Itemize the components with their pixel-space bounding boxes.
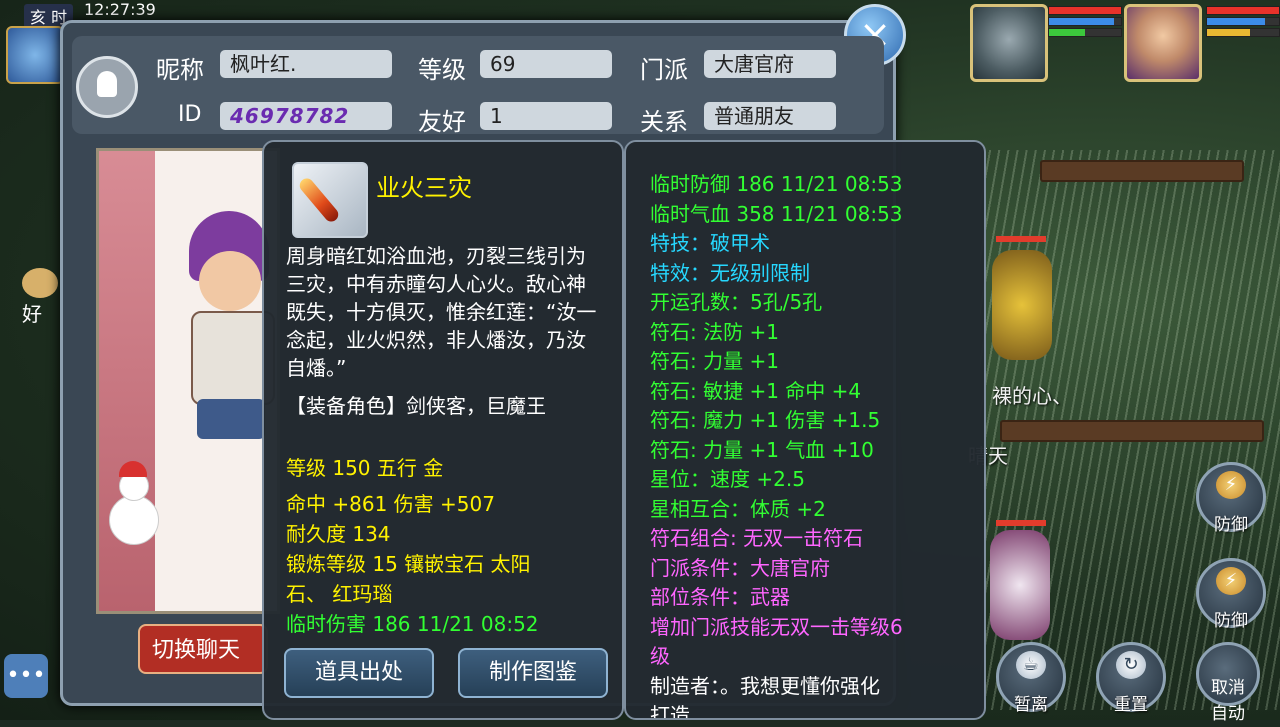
player-portrait[interactable]: [1124, 4, 1202, 82]
npc-hp-bar: [996, 236, 1046, 242]
player-hp-bar: [1207, 7, 1279, 14]
friend-shortcut-label: 好: [22, 302, 42, 326]
pet-mp-bar: [1049, 18, 1114, 25]
item-roles: 【装备角色】剑侠客，巨魔王: [286, 394, 546, 418]
attribute-row: 门派条件：大唐官府: [650, 555, 830, 580]
refresh-icon: ↻: [1116, 651, 1146, 679]
attribute-row: 临时气血 358 11/21 08:53: [650, 201, 903, 226]
level-label: 等级: [418, 56, 466, 84]
attribute-row: 符石组合: 无双一击符石: [650, 526, 864, 550]
attribute-row: 部位条件：武器: [650, 585, 790, 609]
attribute-row: 增加门派技能无双一击等级6: [650, 614, 903, 639]
attribute-row: 特效：无级别限制: [650, 260, 810, 285]
item-level-line: 等级 150 五行 金: [286, 456, 444, 480]
item-temp-damage: 临时伤害 186 11/21 08:52: [286, 612, 539, 636]
away-label: 暂离: [1014, 695, 1048, 715]
sword-icon: [292, 162, 368, 238]
coffee-cup-icon: ☕: [1016, 651, 1046, 679]
school-value: 大唐官府: [704, 50, 836, 78]
friendliness-label: 友好: [418, 108, 466, 136]
chat-button[interactable]: •••: [4, 654, 48, 698]
nickname-label: 昵称: [156, 56, 204, 84]
npc-character[interactable]: [992, 250, 1052, 360]
attribute-row: 符石: 敏捷 +1 命中 +4: [650, 378, 862, 403]
id-label: ID: [178, 102, 202, 127]
school-label: 门派: [640, 56, 688, 84]
pet-status-bars: [1048, 4, 1122, 39]
clock: 12:27:39: [84, 0, 156, 19]
friend-shortcut[interactable]: 好: [22, 268, 62, 338]
attribute-row: 符石: 力量 +1 气血 +10: [650, 437, 874, 462]
item-durability: 耐久度 134: [286, 522, 391, 546]
attribute-row: 星相互合：体质 +2: [650, 496, 826, 521]
lightning-shield-icon: ⚡: [1216, 471, 1246, 499]
away-button[interactable]: ☕ 暂离: [996, 642, 1066, 715]
cancel-auto-button[interactable]: 取消 自动: [1196, 642, 1260, 724]
pet-hp-bar: [1049, 7, 1121, 14]
item-source-button[interactable]: 道具出处: [284, 648, 434, 698]
switch-chat-button[interactable]: 切换聊天: [138, 624, 268, 674]
nickname-value: 枫叶红.: [220, 50, 392, 78]
item-name: 业火三灾: [376, 174, 472, 202]
relation-value: 普通朋友: [704, 102, 836, 130]
pet-portrait[interactable]: [970, 4, 1048, 82]
item-description: 周身暗红如浴血池，刃裂三线引为三灾，中有赤瞳勾人心火。敌心神既失，十方俱灭，惟余…: [286, 244, 597, 380]
attribute-row: 星位：速度 +2.5: [650, 467, 805, 491]
fence: [1000, 420, 1264, 442]
repeat-button[interactable]: ↻ 重置: [1096, 642, 1166, 715]
attribute-row: 符石: 力量 +1: [650, 349, 779, 373]
attribute-list: 临时防御 186 11/21 08:53 临时气血 358 11/21 08:53…: [650, 170, 980, 720]
defend-label: 防御: [1214, 611, 1248, 631]
pet-exp-bar: [1049, 29, 1085, 36]
id-value: 46978782: [220, 102, 392, 130]
craft-guide-button[interactable]: 制作图鉴: [458, 648, 608, 698]
item-tooltip: 业火三灾 周身暗红如浴血池，刃裂三线引为三灾，中有赤瞳勾人心火。敌心神既失，十方…: [262, 140, 624, 720]
player-sp-bar: [1207, 29, 1251, 36]
player-character[interactable]: [990, 530, 1050, 640]
defend-label: 防御: [1214, 515, 1248, 535]
world-chat-text: 裸的心、: [992, 384, 1072, 408]
attribute-row: 临时防御 186 11/21 08:53: [650, 172, 903, 196]
attribute-row: 级: [650, 644, 670, 668]
relation-label: 关系: [640, 108, 688, 136]
minimap-icon[interactable]: [6, 26, 64, 84]
player-status-bars: [1206, 4, 1280, 39]
attribute-row: 符石: 魔力 +1 伤害 +1.5: [650, 408, 881, 432]
friendliness-value: 1: [480, 102, 612, 130]
level-value: 69: [480, 50, 612, 78]
avatar[interactable]: [76, 56, 138, 118]
attribute-row: 开运孔数：5孔/5孔: [650, 290, 823, 314]
fence: [1040, 160, 1244, 182]
player-mp-bar: [1207, 18, 1265, 25]
snowman-figure: [107, 461, 159, 551]
item-forge-line-2: 石、 红玛瑙: [286, 582, 393, 606]
defend-button[interactable]: ⚡ 防御: [1196, 462, 1266, 535]
attribute-row: 制造者：。我想更懂你强化: [650, 673, 880, 698]
npc-hp-bar: [996, 520, 1046, 526]
item-forge-line-1: 锻炼等级 15 镶嵌宝石 太阳: [286, 552, 531, 576]
status-bar: 亥 时 12:27:39: [0, 0, 260, 28]
attribute-row: 符石: 法防 +1: [650, 319, 779, 344]
item-attributes-panel: 临时防御 186 11/21 08:53 临时气血 358 11/21 08:53…: [624, 140, 986, 720]
attribute-row: 特技：破甲术: [650, 231, 770, 255]
attribute-row: 打造: [650, 703, 690, 720]
handshake-icon: [22, 268, 58, 298]
item-hit-line: 命中 +861 伤害 +507: [286, 492, 495, 516]
defend-button-2[interactable]: ⚡ 防御: [1196, 558, 1266, 631]
character-preview: [96, 148, 280, 614]
speech-bubble-icon: •••: [6, 663, 46, 688]
lightning-shield-icon: ⚡: [1216, 567, 1246, 595]
repeat-label: 重置: [1114, 695, 1148, 715]
cancel-auto-label: 取消 自动: [1211, 678, 1245, 724]
